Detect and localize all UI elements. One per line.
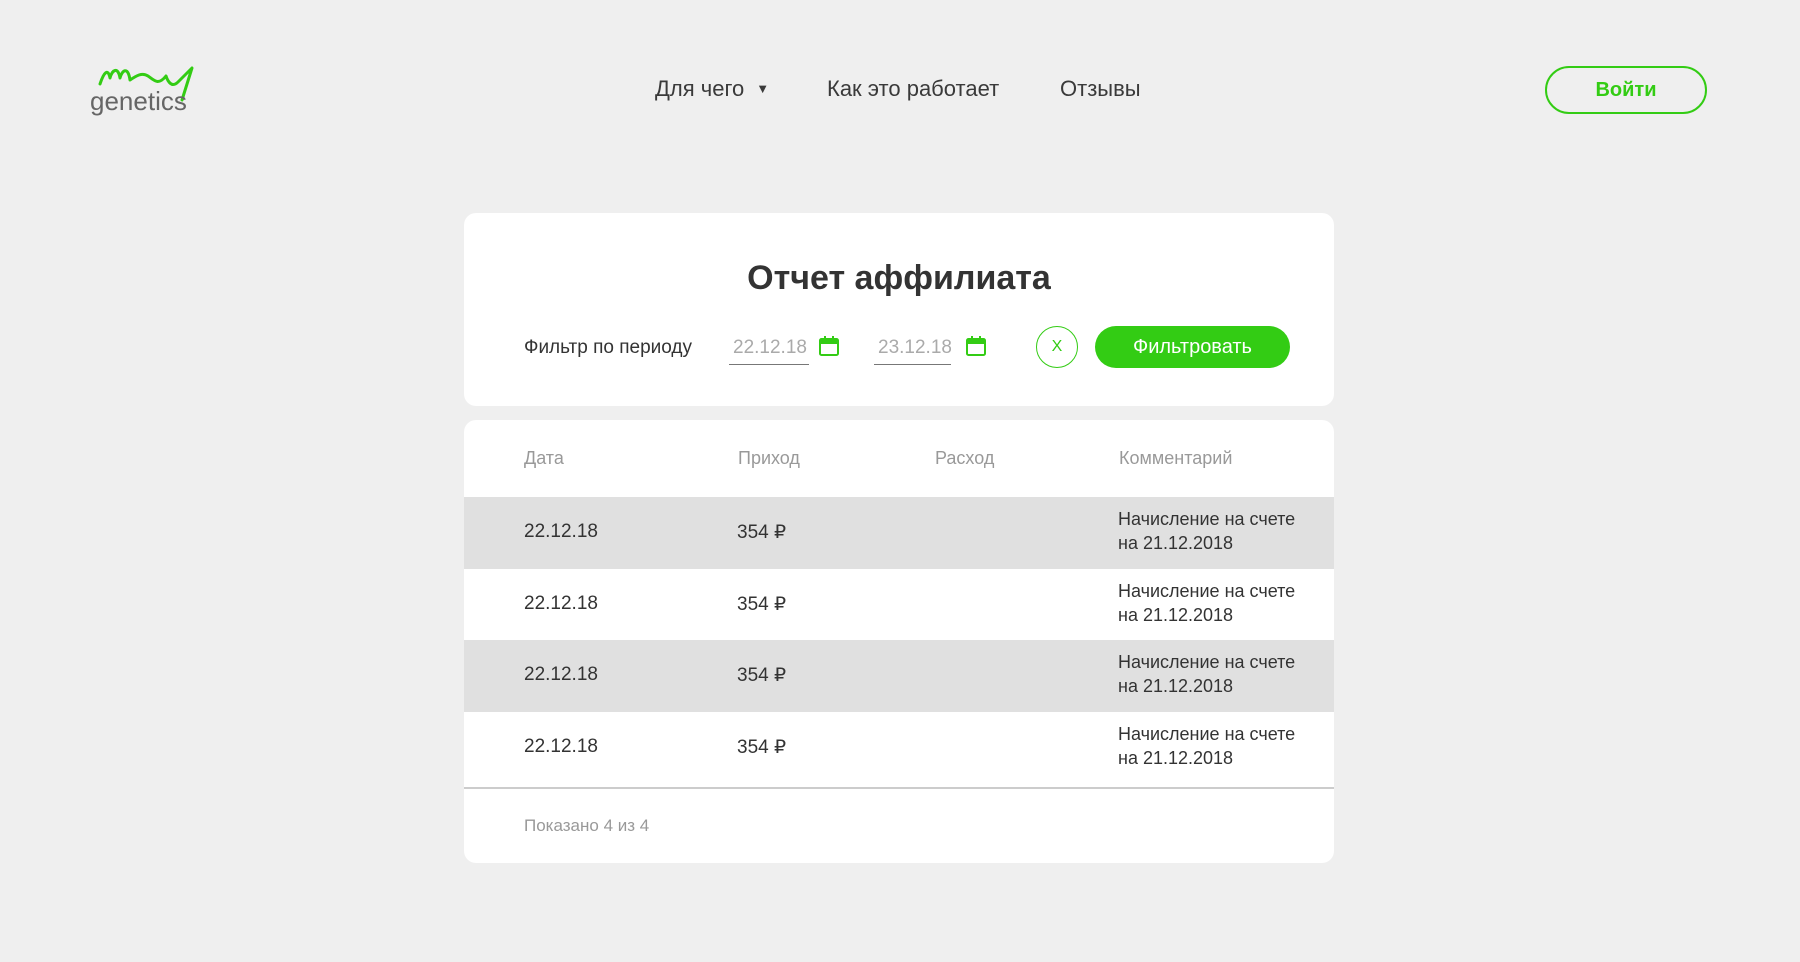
cell-income: 354 ₽ <box>737 665 787 686</box>
cell-income: 354 ₽ <box>737 522 787 543</box>
nav-item-for-what[interactable]: Для чего ▼ <box>655 76 769 102</box>
shown-count: Показано 4 из 4 <box>524 816 650 835</box>
filter-period-label: Фильтр по периоду <box>524 337 693 358</box>
cell-date: 22.12.18 <box>524 592 598 614</box>
cell-income: 354 ₽ <box>737 593 787 615</box>
date-from-field[interactable] <box>729 331 809 365</box>
nav-item-label: Отзывы <box>1060 76 1141 101</box>
table-body: 22.12.18 354 ₽ Начисление на счете на 21… <box>464 497 1334 783</box>
main-nav: Для чего ▼ Как это работает Отзывы <box>0 76 1800 106</box>
column-header-comment: Комментарий <box>1119 448 1233 468</box>
table-row: 22.12.18 354 ₽ Начисление на счете на 21… <box>464 640 1334 712</box>
table-row: 22.12.18 354 ₽ Начисление на счете на 21… <box>464 569 1334 641</box>
table-row: 22.12.18 354 ₽ Начисление на счете на 21… <box>464 712 1334 784</box>
nav-item-label: Как это работает <box>827 76 1000 101</box>
table-footer-divider <box>464 787 1334 789</box>
cell-date: 22.12.18 <box>524 735 598 757</box>
cell-income: 354 ₽ <box>737 736 787 758</box>
column-header-expense: Расход <box>935 448 995 468</box>
table-row: 22.12.18 354 ₽ Начисление на счете на 21… <box>464 497 1334 569</box>
nav-item-reviews[interactable]: Отзывы <box>1060 76 1141 102</box>
date-to-field[interactable] <box>874 331 951 365</box>
cell-comment: Начисление на счете на 21.12.2018 <box>1118 723 1296 768</box>
clear-filter-button[interactable]: X <box>1036 326 1078 368</box>
caret-down-icon: ▼ <box>756 81 770 96</box>
report-table: Дата Приход Расход Комментарий 22.12.18 … <box>464 420 1334 863</box>
cell-comment: Начисление на счете на 21.12.2018 <box>1118 509 1296 553</box>
calendar-icon[interactable] <box>965 335 987 357</box>
table-header: Дата Приход Расход Комментарий <box>464 420 1334 497</box>
page-title: Отчет аффилиата <box>747 259 1051 297</box>
nav-item-label: Для чего <box>655 76 745 101</box>
date-to-input[interactable] <box>874 336 951 359</box>
column-header-date: Дата <box>524 448 564 468</box>
calendar-icon[interactable] <box>818 335 840 357</box>
filter-card: Отчет аффилиата Фильтр по периоду X Филь… <box>464 213 1334 406</box>
cell-comment: Начисление на счете на 21.12.2018 <box>1118 580 1296 625</box>
nav-item-how-it-works[interactable]: Как это работает <box>827 76 999 102</box>
login-button[interactable]: Войти <box>1545 66 1707 114</box>
date-from-input[interactable] <box>729 336 809 359</box>
cell-date: 22.12.18 <box>524 521 598 542</box>
filter-submit-button[interactable]: Фильтровать <box>1095 326 1290 368</box>
column-header-income: Приход <box>738 448 800 468</box>
cell-comment: Начисление на счете на 21.12.2018 <box>1118 652 1296 696</box>
cell-date: 22.12.18 <box>524 664 598 685</box>
